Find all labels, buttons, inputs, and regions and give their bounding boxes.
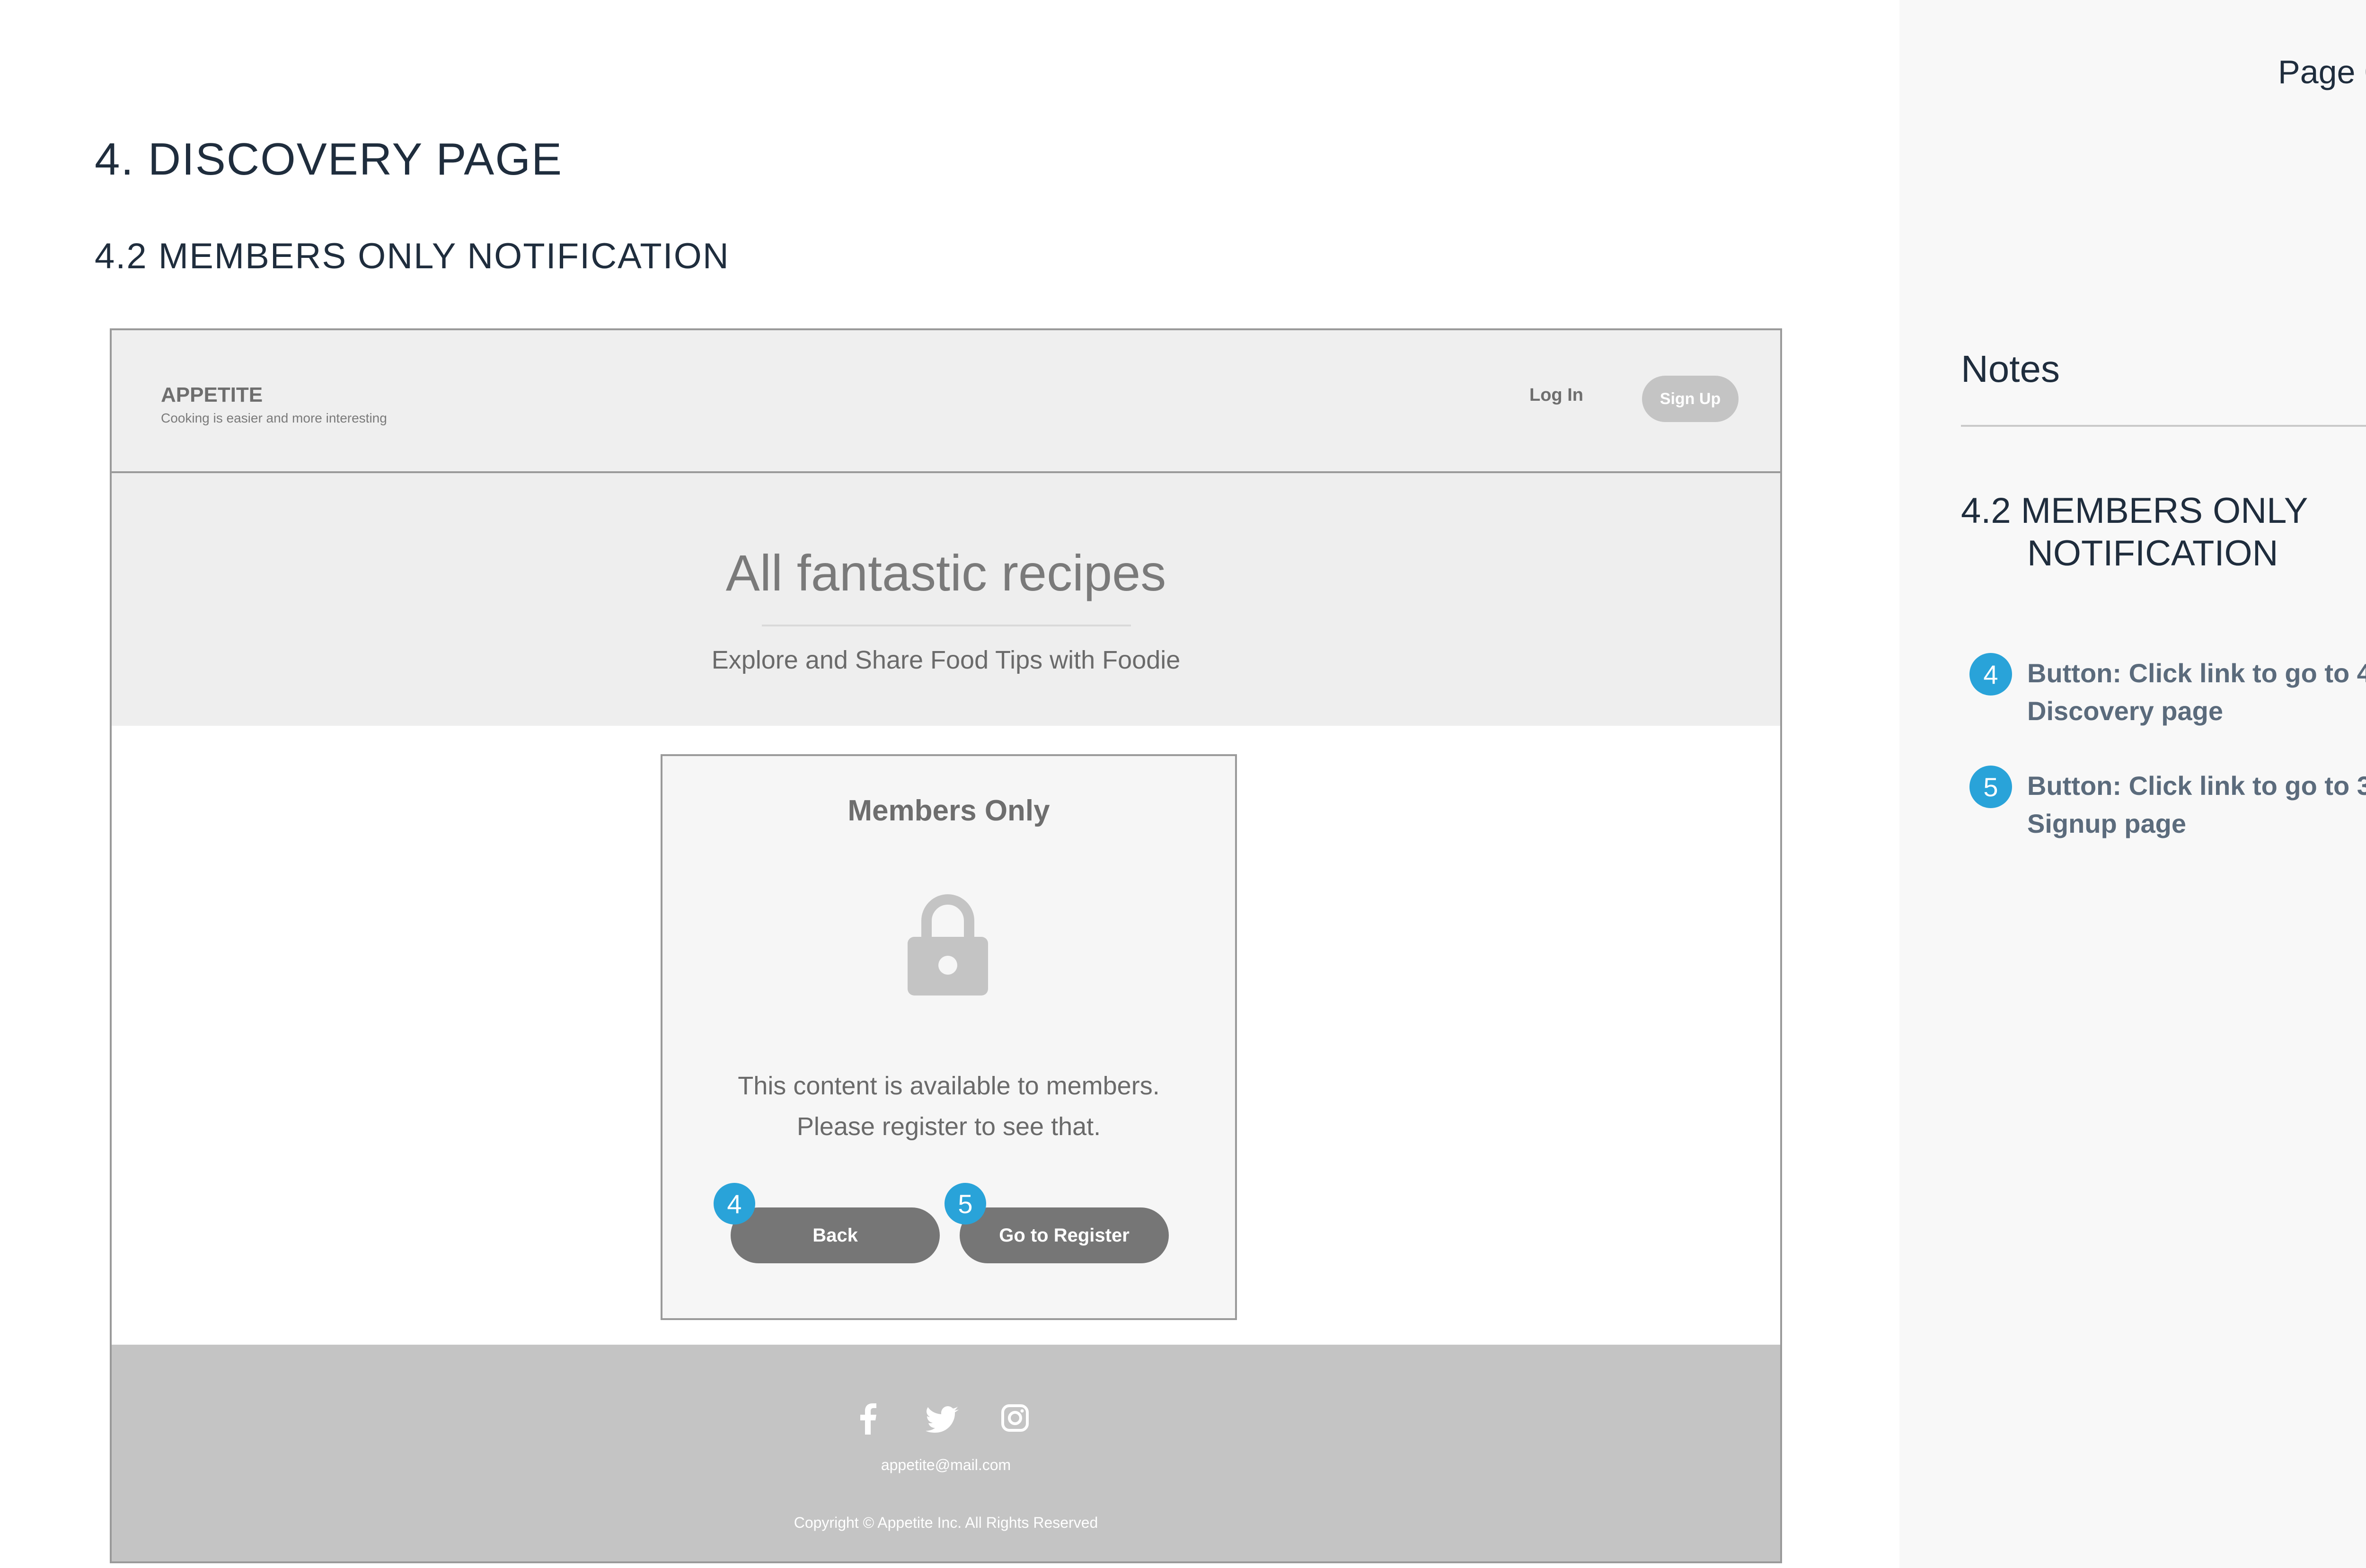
note-badge-5: 5 (1969, 766, 2012, 808)
note-badge-4: 4 (1969, 653, 2012, 696)
signup-button[interactable]: Sign Up (1642, 376, 1739, 422)
footer-copyright: Copyright © Appetite Inc. All Rights Res… (794, 1514, 1098, 1531)
notes-section-title: 4.2 MEMBERS ONLY (1961, 491, 2308, 531)
notes-divider (1961, 425, 2366, 427)
twitter-icon[interactable] (926, 1406, 959, 1433)
lock-icon (908, 894, 988, 995)
notes-section-title-cont: NOTIFICATION (2027, 533, 2278, 573)
annotation-badge-5: 5 (945, 1183, 986, 1224)
page-number: Page 08 (2278, 53, 2366, 90)
site-footer: appetite@mail.com Copyright © Appetite I… (112, 1345, 1780, 1561)
hero-title: All fantastic recipes (725, 544, 1166, 601)
hero-subtitle: Explore and Share Food Tips with Foodie (711, 646, 1181, 674)
members-only-title: Members Only (848, 794, 1050, 827)
note-4-text: Button: Click link to go to 4.1 (2027, 658, 2366, 688)
wireframe-mockup: APPETITE Cooking is easier and more inte… (110, 328, 1782, 1563)
back-button[interactable]: Back (731, 1207, 940, 1263)
brand-tagline: Cooking is easier and more interesting (161, 411, 387, 425)
annotation-badge-4: 4 (714, 1183, 755, 1224)
hero-divider (762, 625, 1131, 626)
instagram-icon[interactable] (1001, 1404, 1029, 1432)
note-5-text-cont: Signup page (2027, 809, 2186, 838)
document-subtitle: 4.2 MEMBERS ONLY NOTIFICATION (95, 236, 730, 276)
members-message-line2: Please register to see that. (796, 1112, 1101, 1141)
note-5-text: Button: Click link to go to 3.1 (2027, 771, 2366, 801)
members-message-line1: This content is available to members. (738, 1072, 1160, 1100)
hero-banner: All fantastic recipes Explore and Share … (112, 473, 1780, 726)
facebook-icon[interactable] (858, 1403, 877, 1435)
document-title: 4. DISCOVERY PAGE (95, 134, 563, 185)
note-4-text-cont: Discovery page (2027, 696, 2223, 726)
go-to-register-button[interactable]: Go to Register (960, 1207, 1169, 1263)
login-link[interactable]: Log In (1529, 385, 1583, 405)
brand-name[interactable]: APPETITE (161, 383, 263, 407)
members-only-card: Members Only This content is available t… (661, 754, 1237, 1320)
notes-heading: Notes (1961, 348, 2060, 390)
notes-panel: Page 08 Notes 4.2 MEMBERS ONLY NOTIFICAT… (1899, 0, 2366, 1568)
site-header: APPETITE Cooking is easier and more inte… (112, 330, 1780, 473)
footer-email[interactable]: appetite@mail.com (112, 1456, 1780, 1474)
